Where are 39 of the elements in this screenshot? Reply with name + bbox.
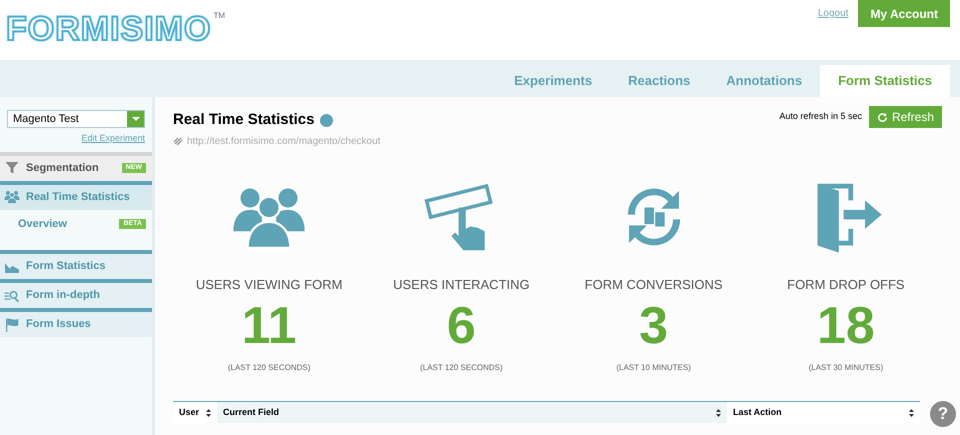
- page-title: Real Time Statistics: [173, 110, 314, 130]
- edit-experiment-link[interactable]: Edit Experiment: [81, 132, 145, 146]
- stat-period: (LAST 120 SECONDS): [420, 362, 503, 374]
- sidebar-item[interactable]: Form Issues: [0, 312, 152, 337]
- nav-tab[interactable]: Annotations: [708, 65, 820, 97]
- stat-label: FORM CONVERSIONS: [584, 276, 723, 294]
- stat-value: 6: [446, 298, 476, 354]
- my-account-button[interactable]: My Account: [858, 0, 950, 27]
- sidebar-item[interactable]: Form in-depth: [0, 283, 152, 308]
- stat-value: 11: [242, 298, 297, 354]
- funnel-icon: [4, 160, 20, 176]
- logo: FORMISIMO: [6, 10, 212, 48]
- stat-value: 18: [816, 298, 875, 354]
- sidebar-item[interactable]: Real Time Statistics: [0, 184, 152, 210]
- column-header[interactable]: Current Field: [217, 402, 727, 423]
- stat-label: USERS INTERACTING: [393, 276, 530, 294]
- stat-label: FORM DROP OFFS: [787, 276, 905, 294]
- sort-icon: [716, 408, 721, 416]
- sort-icon: [206, 408, 211, 416]
- flag-icon: [4, 316, 20, 332]
- dropdown-caret-icon: [127, 111, 144, 127]
- refresh-icon: [876, 112, 888, 122]
- nav-tab[interactable]: Experiments: [496, 65, 610, 97]
- sidebar-item[interactable]: Form Statistics: [0, 254, 152, 279]
- stat-period: (LAST 120 SECONDS): [228, 362, 310, 374]
- logout-link[interactable]: Logout: [818, 6, 848, 21]
- sort-icon: [909, 408, 914, 416]
- stat-value: 3: [639, 298, 668, 354]
- auto-refresh-text: Auto refresh in 5 sec: [779, 110, 862, 124]
- experiment-select[interactable]: Magento Test: [7, 110, 145, 128]
- refresh-button[interactable]: Refresh: [868, 106, 942, 128]
- trademark: TM: [213, 10, 225, 22]
- people-icon: [4, 189, 20, 205]
- stat-period: (LAST 30 MINUTES): [808, 362, 884, 374]
- nav-tab[interactable]: Reactions: [610, 65, 708, 97]
- stat-period: (LAST 10 MINUTES): [616, 362, 691, 374]
- nav-tab[interactable]: Form Statistics: [820, 65, 950, 97]
- stat-label: USERS VIEWING FORM: [196, 276, 342, 294]
- url-text: http://test.formisimo.com/magento/checkout: [187, 134, 380, 148]
